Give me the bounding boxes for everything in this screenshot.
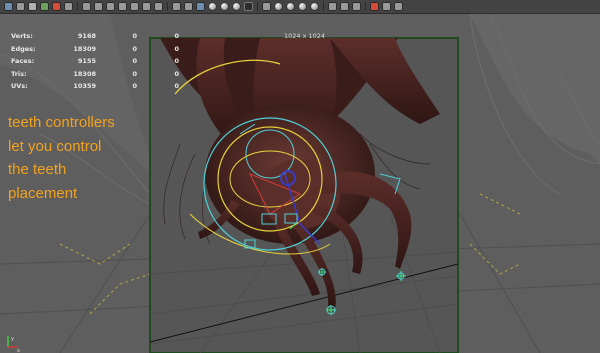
xray-icon[interactable] — [154, 2, 163, 11]
shading-ball-4-icon[interactable] — [310, 2, 319, 11]
toolbar-divider — [167, 2, 168, 11]
hud-stat-value: 0 — [174, 44, 179, 53]
screen-icon[interactable] — [244, 2, 253, 11]
hud-row: Edges: 18309 0 0 — [11, 43, 181, 56]
hud-row: Tris: 18308 0 0 — [11, 68, 181, 81]
annotation-line: the teeth — [8, 161, 67, 178]
shaded-ball-icon[interactable] — [232, 2, 241, 11]
hud-stat-value: 9155 — [77, 57, 96, 66]
render-icon[interactable] — [40, 2, 49, 11]
ao-icon[interactable] — [208, 2, 217, 11]
perspective-viewport[interactable]: y x Verts: 9168 0 0 Edges: 18309 0 0 Faces: 9155 0… — [0, 14, 600, 353]
hud-stat-value: 0 — [132, 32, 137, 40]
hud-stat-label: Edges: — [11, 44, 36, 53]
hud-stat-value: 0 — [174, 57, 179, 66]
poly-count-hud: Verts: 9168 0 0 Edges: 18309 0 0 Faces: 9155 0 0 Tri… — [11, 30, 181, 93]
hud-icon[interactable] — [262, 2, 271, 11]
hud-stat-value: 18308 — [73, 69, 96, 78]
hud-stat-value: 18309 — [73, 44, 96, 53]
hud-stat-value: 0 — [132, 44, 137, 53]
hud-stat-value: 10359 — [73, 82, 96, 91]
smooth-mesh-icon[interactable] — [352, 2, 361, 11]
move-icon[interactable] — [28, 2, 37, 11]
toolbar-divider — [257, 2, 258, 11]
hud-stat-label: Verts: — [11, 32, 33, 40]
shading-ball-3-icon[interactable] — [298, 2, 307, 11]
select-icon[interactable] — [16, 2, 25, 11]
hud-stat-value: 0 — [132, 57, 137, 66]
annotation-text: teeth controllers let you control the teet… — [8, 111, 173, 205]
sound-icon[interactable] — [370, 2, 379, 11]
isolate-icon[interactable] — [106, 2, 115, 11]
toolbar-divider — [77, 2, 78, 11]
light-icon[interactable] — [184, 2, 193, 11]
maya-window: y x Verts: 9168 0 0 Edges: 18309 0 0 Faces: 9155 0… — [0, 0, 600, 353]
hud-stat-value: 0 — [174, 69, 179, 78]
aa-icon[interactable] — [220, 2, 229, 11]
viewport-toolbar — [0, 0, 600, 14]
wire-icon[interactable] — [118, 2, 127, 11]
shading-ball-2-icon[interactable] — [286, 2, 295, 11]
hud-row: Verts: 9168 0 0 — [11, 30, 181, 43]
toolbar-divider — [365, 2, 366, 11]
annotation-line: teeth controllers — [8, 114, 115, 131]
texture-icon[interactable] — [172, 2, 181, 11]
scissors-icon[interactable] — [382, 2, 391, 11]
hud-row: UVs: 10359 0 0 — [11, 80, 181, 93]
resolution-gate-label: 1024 x 1024 — [284, 32, 326, 40]
annotation-line: placement — [8, 184, 78, 202]
axis-x-label: x — [17, 348, 20, 353]
display-icon[interactable] — [328, 2, 337, 11]
wireframe-toggle-icon[interactable] — [340, 2, 349, 11]
ipr-icon[interactable] — [52, 2, 61, 11]
film-icon[interactable] — [94, 2, 103, 11]
shadow-icon[interactable] — [196, 2, 205, 11]
hud-stat-value: 0 — [132, 82, 137, 91]
axis-y-label: y — [11, 336, 14, 342]
background-tentacle — [470, 14, 600, 164]
grid-icon[interactable] — [82, 2, 91, 11]
hardware-icon[interactable] — [142, 2, 151, 11]
pin-icon[interactable] — [394, 2, 403, 11]
shading-ball-icon[interactable] — [274, 2, 283, 11]
hud-row: Faces: 9155 0 0 — [11, 55, 181, 68]
hud-stat-label: Faces: — [11, 57, 35, 66]
hud-stat-value: 9168 — [77, 32, 96, 40]
hud-stat-label: Tris: — [11, 69, 27, 78]
hud-stat-label: UVs: — [11, 82, 28, 91]
hud-stat-value: 0 — [174, 32, 179, 40]
hud-stat-value: 0 — [132, 69, 137, 78]
snap-icon[interactable] — [4, 2, 13, 11]
toolbar-divider — [323, 2, 324, 11]
annotation-line: let you control — [8, 137, 102, 155]
camera-icon[interactable] — [64, 2, 73, 11]
smooth-icon[interactable] — [130, 2, 139, 11]
hud-stat-value: 0 — [174, 82, 179, 91]
